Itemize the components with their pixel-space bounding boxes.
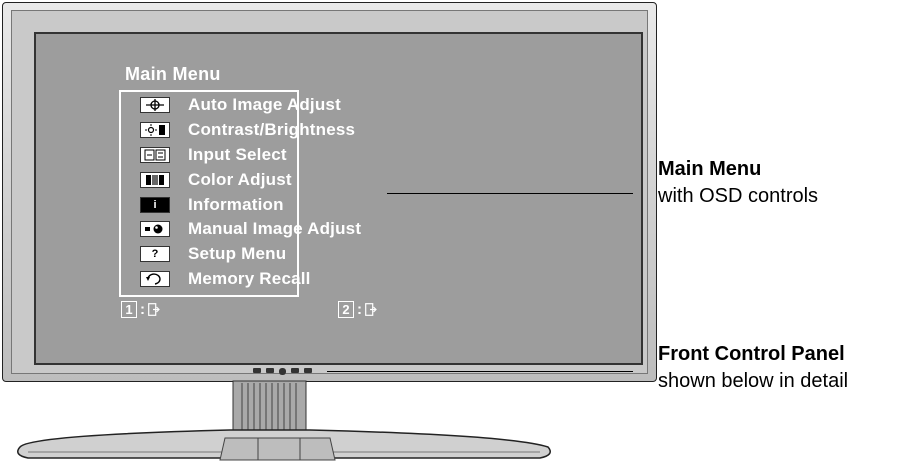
menu-item-label: Setup Menu	[188, 244, 287, 264]
main-menu-leader-line	[387, 193, 633, 194]
crosshair-icon	[140, 97, 170, 114]
menu-item-label: Information	[188, 194, 284, 214]
exit-icon	[148, 303, 160, 316]
menu-item-label: Color Adjust	[188, 169, 292, 189]
osd-key-2-hint: 2 :	[338, 301, 377, 318]
manual-adjust-icon	[140, 221, 170, 238]
osd-key-1-hint: 1 :	[121, 301, 160, 318]
key-1-label: 1	[121, 301, 137, 318]
front-panel-callout: Front Control Panel shown below in detai…	[658, 343, 848, 393]
question-icon: ?	[140, 246, 170, 263]
menu-item-contrast-brightness[interactable]: Contrast/Brightness	[140, 118, 361, 143]
front-control-panel	[253, 368, 312, 375]
panel-leader-line	[327, 371, 633, 372]
callout-description: shown below in detail	[658, 370, 849, 392]
key-2-separator: :	[357, 301, 362, 318]
menu-item-information[interactable]: i Information	[140, 192, 361, 217]
menu-item-memory-recall[interactable]: Memory Recall	[140, 267, 361, 292]
menu-item-label: Input Select	[188, 144, 287, 164]
menu-item-label: Manual Image Adjust	[188, 219, 362, 239]
menu-item-manual-image-adjust[interactable]: Manual Image Adjust	[140, 217, 361, 242]
menu-item-label: Contrast/Brightness	[188, 120, 356, 140]
info-icon: i	[140, 196, 170, 213]
callout-title: Front Control Panel	[658, 343, 845, 365]
key-2-label: 2	[338, 301, 354, 318]
menu-item-setup-menu[interactable]: ? Setup Menu	[140, 242, 361, 267]
menu-item-input-select[interactable]: Input Select	[140, 143, 361, 168]
input-select-icon	[140, 146, 170, 163]
memory-recall-icon	[140, 270, 170, 287]
callout-description: with OSD controls	[658, 185, 819, 207]
brightness-icon	[140, 122, 170, 139]
power-button[interactable]	[304, 368, 312, 373]
menu-item-color-adjust[interactable]: Color Adjust	[140, 167, 361, 192]
enter-icon	[365, 303, 377, 316]
key-1-separator: :	[140, 301, 145, 318]
panel-button-1[interactable]	[253, 368, 261, 373]
panel-button-up[interactable]	[291, 368, 299, 373]
main-menu-callout: Main Menu with OSD controls	[658, 158, 818, 208]
callout-title: Main Menu	[658, 158, 762, 180]
menu-item-label: Memory Recall	[188, 268, 311, 288]
color-bars-icon	[140, 171, 170, 188]
panel-button-down[interactable]	[279, 368, 286, 375]
menu-item-label: Auto Image Adjust	[188, 95, 341, 115]
osd-menu-title: Main Menu	[125, 64, 221, 84]
osd-menu-list: Auto Image Adjust Contrast/Brightness In…	[140, 93, 361, 291]
menu-item-auto-image-adjust[interactable]: Auto Image Adjust	[140, 93, 361, 118]
panel-button-2[interactable]	[266, 368, 274, 373]
